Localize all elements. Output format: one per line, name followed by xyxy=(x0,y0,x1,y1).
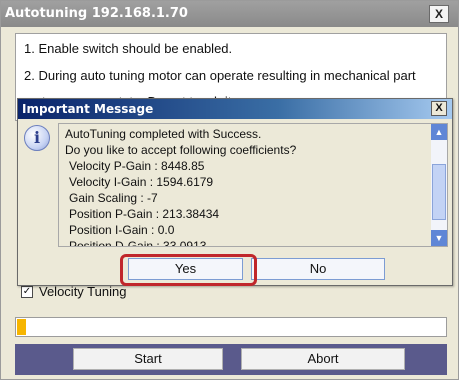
message-scrollbar[interactable]: ▲ ▼ xyxy=(431,124,447,246)
message-line: Position D-Gain : 33.0913 xyxy=(69,239,207,247)
velocity-tuning-checkbox[interactable]: ✓ xyxy=(21,286,33,298)
window-title: Autotuning 192.168.1.70 xyxy=(5,6,188,21)
autotuning-window: Autotuning 192.168.1.70 X 1. Enable swit… xyxy=(0,0,459,380)
scroll-down-arrow-icon[interactable]: ▼ xyxy=(431,230,447,246)
message-line: Do you like to accept following coeffici… xyxy=(65,143,297,157)
message-line: AutoTuning completed with Success. xyxy=(65,127,262,141)
action-bar: Start Abort xyxy=(15,344,447,375)
progress-fill xyxy=(17,319,26,335)
message-line: Gain Scaling : -7 xyxy=(69,191,158,205)
message-line: Velocity P-Gain : 8448.85 xyxy=(69,159,205,173)
close-icon[interactable]: X xyxy=(429,5,449,23)
instruction-line: 2. During auto tuning motor can operate … xyxy=(24,68,416,83)
start-button[interactable]: Start xyxy=(73,348,223,370)
message-line: Position P-Gain : 213.38434 xyxy=(69,207,220,221)
instruction-line: 1. Enable switch should be enabled. xyxy=(24,41,233,56)
dialog-title: Important Message xyxy=(22,102,154,116)
abort-button[interactable]: Abort xyxy=(241,348,405,370)
scroll-up-arrow-icon[interactable]: ▲ xyxy=(431,124,447,140)
scroll-thumb[interactable] xyxy=(432,164,446,220)
message-text-area[interactable]: AutoTuning completed with Success. Do yo… xyxy=(58,123,448,247)
autotuning-titlebar[interactable]: Autotuning 192.168.1.70 X xyxy=(1,1,458,27)
velocity-tuning-label: Velocity Tuning xyxy=(39,284,127,299)
dialog-titlebar[interactable]: Important Message X xyxy=(18,99,452,119)
yes-button-highlight xyxy=(120,254,257,286)
progress-bar xyxy=(15,317,447,337)
info-icon: i xyxy=(24,125,50,151)
message-line: Velocity I-Gain : 1594.6179 xyxy=(69,175,214,189)
no-button[interactable]: No xyxy=(251,258,385,280)
message-line: Position I-Gain : 0.0 xyxy=(69,223,175,237)
dialog-close-icon[interactable]: X xyxy=(431,101,447,116)
